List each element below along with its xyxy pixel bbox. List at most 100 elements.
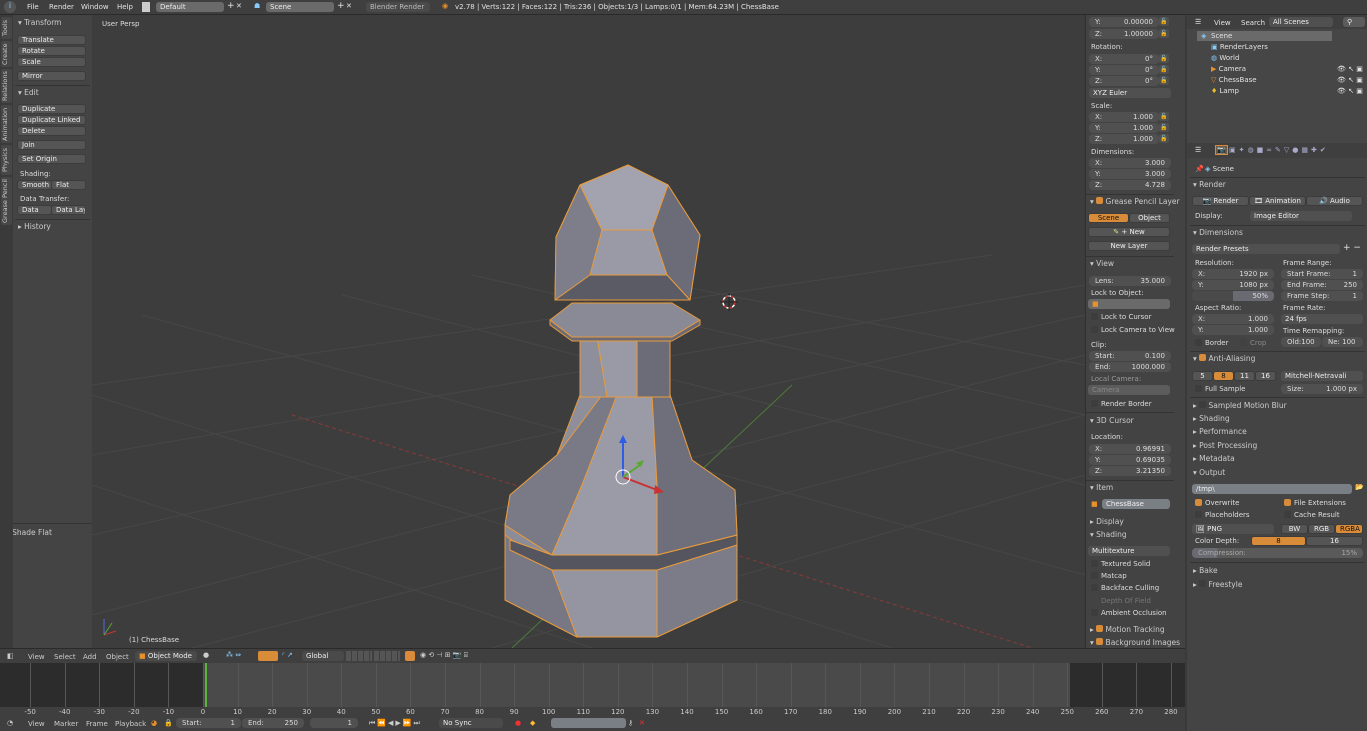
border-checkbox[interactable]	[1195, 339, 1202, 346]
editor-type-icon[interactable]: ◧	[7, 652, 14, 660]
visibility-icons[interactable]: 👁 ↖ ▣	[1337, 65, 1363, 73]
menu-view[interactable]: View	[1214, 19, 1231, 27]
lock-object-field[interactable]: ■	[1088, 299, 1170, 309]
gp-enable-checkbox[interactable]	[1096, 197, 1104, 204]
file-extensions-checkbox[interactable]	[1284, 499, 1291, 506]
delete-screen-icon[interactable]: ✕	[236, 2, 242, 10]
display-mode-select[interactable]: All Scenes	[1269, 17, 1333, 27]
freestyle-panel-header[interactable]: ▸ Freestyle	[1193, 580, 1242, 589]
sync-mode-select[interactable]: No Sync	[439, 718, 503, 728]
delete-keyframe-icon[interactable]: ✕	[639, 719, 645, 727]
new-layer-button[interactable]: New Layer	[1088, 241, 1170, 251]
screen-layout-field[interactable]: Default	[156, 2, 224, 12]
data-layout-button[interactable]: Data Layo	[51, 205, 86, 215]
scale-x-field[interactable]: X: 1.000	[1089, 112, 1159, 122]
menu-add[interactable]: Add	[83, 653, 97, 661]
resolution-x-field[interactable]: X: 1920 px	[1192, 269, 1274, 279]
delete-button[interactable]: Delete	[17, 126, 86, 136]
render-button[interactable]: 📷 Render	[1192, 196, 1249, 206]
start-frame-field[interactable]: Start: 1	[176, 718, 241, 728]
overwrite-checkbox[interactable]	[1195, 499, 1202, 506]
rotation-mode-select[interactable]: XYZ Euler	[1089, 88, 1171, 98]
checkbox[interactable]	[1096, 638, 1104, 645]
local-camera-field[interactable]: Camera	[1088, 385, 1170, 395]
scene-field[interactable]: Scene	[266, 2, 334, 12]
scale-button[interactable]: Scale	[17, 57, 86, 67]
cursor-y-field[interactable]: Y: 0.69035	[1089, 455, 1171, 465]
menu-file[interactable]: File	[27, 3, 39, 11]
playback-controls[interactable]: ⏮⏪◀▶⏩⏭	[369, 719, 422, 728]
render-presets-select[interactable]: Render Presets	[1192, 244, 1340, 254]
properties-context-tabs[interactable]: ☰ 📷 ▣✦◍■∞✎▽●▦✚✔	[1187, 143, 1367, 158]
edit-panel-header[interactable]: ▾ Edit	[18, 88, 39, 97]
render-engine-select[interactable]: Blender Render	[366, 2, 430, 12]
lock-layers-icon[interactable]	[405, 651, 415, 661]
snapping-icons[interactable]: ◉ ⟲ ⊣ ⊞ 📷 ⌸	[420, 651, 468, 660]
cursor-x-field[interactable]: X: 0.96991	[1089, 444, 1171, 454]
cursor-z-field[interactable]: Z: 3.21350	[1089, 466, 1171, 476]
render-border-checkbox[interactable]	[1091, 400, 1098, 407]
manipulator-toggle[interactable]	[258, 651, 278, 661]
compression-slider[interactable]: Compression: 15%	[1192, 548, 1363, 558]
lock-icon[interactable]: 🔓	[1159, 76, 1169, 85]
cache-result-checkbox[interactable]	[1284, 511, 1291, 518]
checkbox[interactable]	[1199, 354, 1207, 361]
matcap-checkbox[interactable]	[1091, 572, 1098, 579]
visibility-icons[interactable]: 👁 ↖ ▣	[1337, 76, 1363, 84]
remap-new-field[interactable]: Ne: 100	[1322, 337, 1363, 347]
menu-help[interactable]: Help	[117, 3, 133, 11]
resolution-percentage-slider[interactable]: 50%	[1192, 291, 1274, 301]
screen-layout-icon[interactable]	[142, 2, 150, 12]
tab-relations[interactable]: Relations	[1, 69, 12, 103]
filter-size-field[interactable]: Size: 1.000 px	[1281, 384, 1363, 394]
editor-type-icon[interactable]: ☰	[1195, 18, 1201, 26]
gp-object-button[interactable]: Object	[1129, 213, 1170, 223]
checkbox[interactable]	[1096, 625, 1104, 632]
lock-camera-checkbox[interactable]	[1091, 326, 1098, 333]
item-panel-header[interactable]: ▾ Item	[1090, 483, 1113, 492]
lock-icon[interactable]: 🔓	[1159, 112, 1169, 121]
performance-panel-header[interactable]: ▸ Performance	[1193, 427, 1247, 436]
location-z-field[interactable]: Z: 1.00000	[1089, 29, 1159, 39]
aa-samples-16[interactable]: 16	[1255, 371, 1276, 381]
mirror-button[interactable]: Mirror	[17, 71, 86, 81]
add-preset-icon[interactable]: + −	[1343, 243, 1361, 253]
aspect-x-field[interactable]: X: 1.000	[1192, 314, 1274, 324]
frame-rate-select[interactable]: 24 fps	[1281, 314, 1363, 324]
lock-icon[interactable]: 🔓	[1159, 17, 1169, 26]
pawn-mesh[interactable]	[504, 164, 738, 638]
shading-mode-select[interactable]: Multitexture	[1088, 546, 1170, 556]
object-name-field[interactable]: ChessBase	[1102, 499, 1170, 509]
anti-aliasing-panel-header[interactable]: ▾ Anti-Aliasing	[1193, 354, 1255, 363]
render-tab-icon[interactable]: 📷	[1215, 145, 1228, 155]
view-panel-header[interactable]: ▾ View	[1090, 259, 1114, 268]
output-path-field[interactable]: /tmp\	[1192, 484, 1352, 494]
dimension-y-field[interactable]: Y: 3.000	[1089, 169, 1171, 179]
lock-cursor-checkbox[interactable]	[1091, 313, 1098, 320]
orientation-select[interactable]: Global	[302, 651, 344, 661]
render-animation-button[interactable]: 🎞 Animation	[1249, 196, 1306, 206]
aspect-y-field[interactable]: Y: 1.000	[1192, 325, 1274, 335]
menu-window[interactable]: Window	[81, 3, 109, 11]
info-editor-icon[interactable]: i	[4, 1, 16, 13]
rotate-button[interactable]: Rotate	[17, 46, 86, 56]
clip-end-field[interactable]: End: 1000.000	[1089, 362, 1171, 372]
gp-new-button[interactable]: ✎ + New	[1088, 227, 1170, 237]
add-scene-icon[interactable]: +	[337, 1, 345, 11]
delete-scene-icon[interactable]: ✕	[346, 2, 352, 10]
menu-view[interactable]: View	[28, 720, 45, 728]
outliner-item-chessbase[interactable]: ▽ ChessBase	[1211, 76, 1257, 84]
keying-set-field[interactable]	[551, 718, 626, 728]
folder-icon[interactable]: 📂	[1355, 483, 1364, 491]
lock-icon[interactable]: 🔓	[1159, 29, 1169, 38]
viewport-shading-icon[interactable]: ●	[203, 651, 209, 659]
transform-panel-header[interactable]: ▾ Transform	[18, 18, 61, 27]
remap-old-field[interactable]: Old:100	[1281, 337, 1321, 347]
post-processing-panel-header[interactable]: ▸ Post Processing	[1193, 441, 1257, 450]
motion-blur-panel-header[interactable]: ▸ Sampled Motion Blur	[1193, 401, 1287, 410]
menu-playback[interactable]: Playback	[115, 720, 146, 728]
3d-viewport[interactable]: User Persp (1) ChessBase	[92, 15, 1085, 648]
translate-button[interactable]: Translate	[17, 35, 86, 45]
context-tab-icons[interactable]: ▣✦◍■∞✎▽●▦✚✔	[1229, 146, 1329, 154]
menu-frame[interactable]: Frame	[86, 720, 108, 728]
